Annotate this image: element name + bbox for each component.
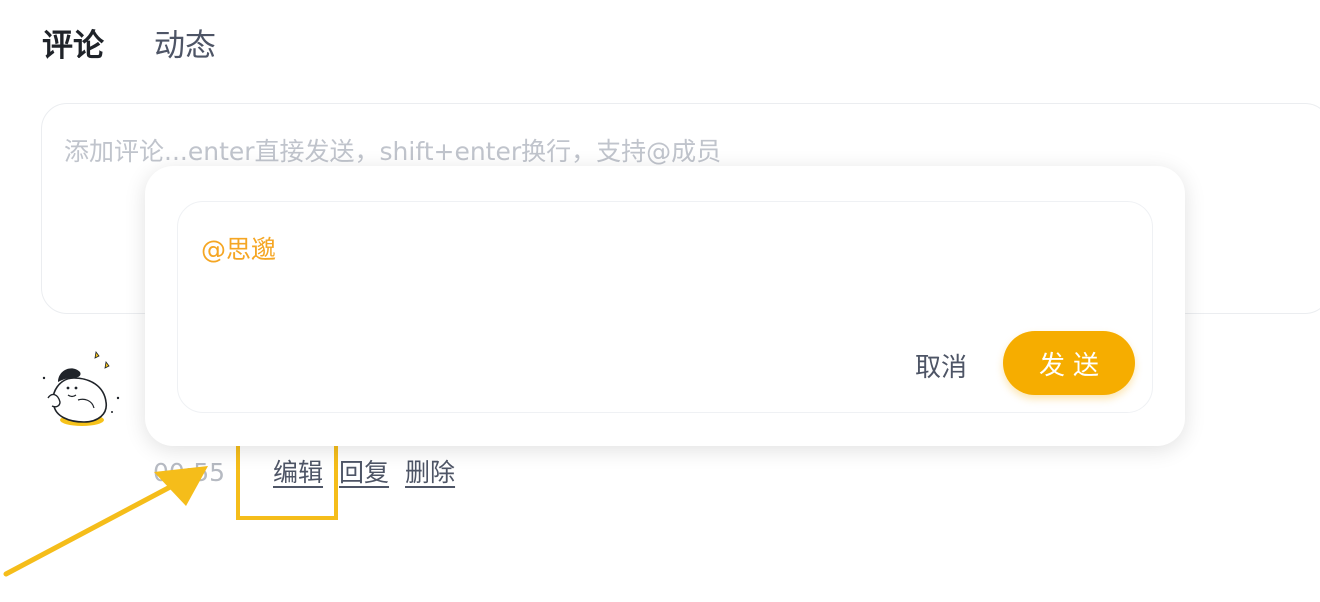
reply-editor[interactable]: @思邈 取消 发送 <box>177 201 1153 413</box>
cancel-button[interactable]: 取消 <box>915 347 967 384</box>
reply-popover: @思邈 取消 发送 <box>145 166 1185 446</box>
tab-comments[interactable]: 评论 <box>42 24 104 68</box>
tab-bar: 评论 动态 <box>42 24 216 68</box>
comment-panel: 评论 动态 添加评论...enter直接发送，shift+enter换行，支持@… <box>0 0 1320 602</box>
comment-input-placeholder: 添加评论...enter直接发送，shift+enter换行，支持@成员 <box>64 137 722 166</box>
reply-link[interactable]: 回复 <box>339 455 389 491</box>
tab-activity[interactable]: 动态 <box>154 24 216 68</box>
send-button-label: 发送 <box>1038 350 1107 381</box>
avatar-icon <box>42 351 120 426</box>
delete-link[interactable]: 删除 <box>405 455 455 491</box>
send-button[interactable]: 发送 <box>1003 331 1135 395</box>
avatar <box>42 351 120 426</box>
mention-text: @思邈 <box>201 235 277 264</box>
